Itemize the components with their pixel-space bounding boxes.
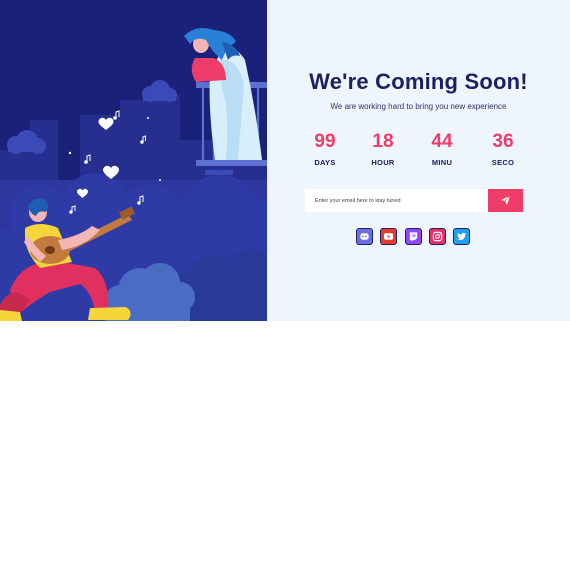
- subscribe-button[interactable]: [488, 189, 523, 212]
- countdown-minutes-value: 44: [431, 131, 453, 152]
- countdown-hours-value: 18: [372, 131, 394, 152]
- youtube-icon: [383, 233, 394, 240]
- social-links: [354, 228, 474, 247]
- countdown-minutes: 44 MINU: [417, 131, 467, 167]
- countdown-days-label: DAYS: [314, 158, 336, 167]
- countdown-days: 99 DAYS: [300, 131, 350, 167]
- subscribe-form: [305, 189, 523, 212]
- countdown-hours-label: HOUR: [371, 158, 395, 167]
- countdown-seconds-label: SECO: [491, 158, 515, 167]
- instagram-icon: [432, 231, 443, 242]
- paper-plane-icon: [500, 195, 511, 206]
- twitter-link[interactable]: [453, 228, 470, 245]
- discord-icon: [360, 233, 369, 240]
- countdown-minutes-label: MINU: [431, 158, 453, 167]
- instagram-link[interactable]: [429, 228, 446, 245]
- serenade-illustration: [0, 0, 267, 321]
- countdown-hours: 18 HOUR: [358, 131, 408, 167]
- countdown-days-value: 99: [314, 131, 336, 152]
- youtube-link[interactable]: [380, 228, 397, 245]
- page-title: We're Coming Soon!: [309, 69, 528, 94]
- coming-soon-panel: We're Coming Soon! We are working hard t…: [267, 0, 570, 321]
- countdown-seconds: 36 SECO: [478, 131, 528, 167]
- coming-soon-section: We're Coming Soon! We are working hard t…: [0, 0, 570, 321]
- twitter-icon: [457, 232, 467, 241]
- page-subtitle: We are working hard to bring you new exp…: [330, 102, 507, 111]
- countdown-seconds-value: 36: [492, 131, 514, 152]
- twitch-link[interactable]: [405, 228, 422, 245]
- discord-link[interactable]: [356, 228, 373, 245]
- email-input[interactable]: [305, 189, 488, 212]
- twitch-icon: [409, 232, 418, 242]
